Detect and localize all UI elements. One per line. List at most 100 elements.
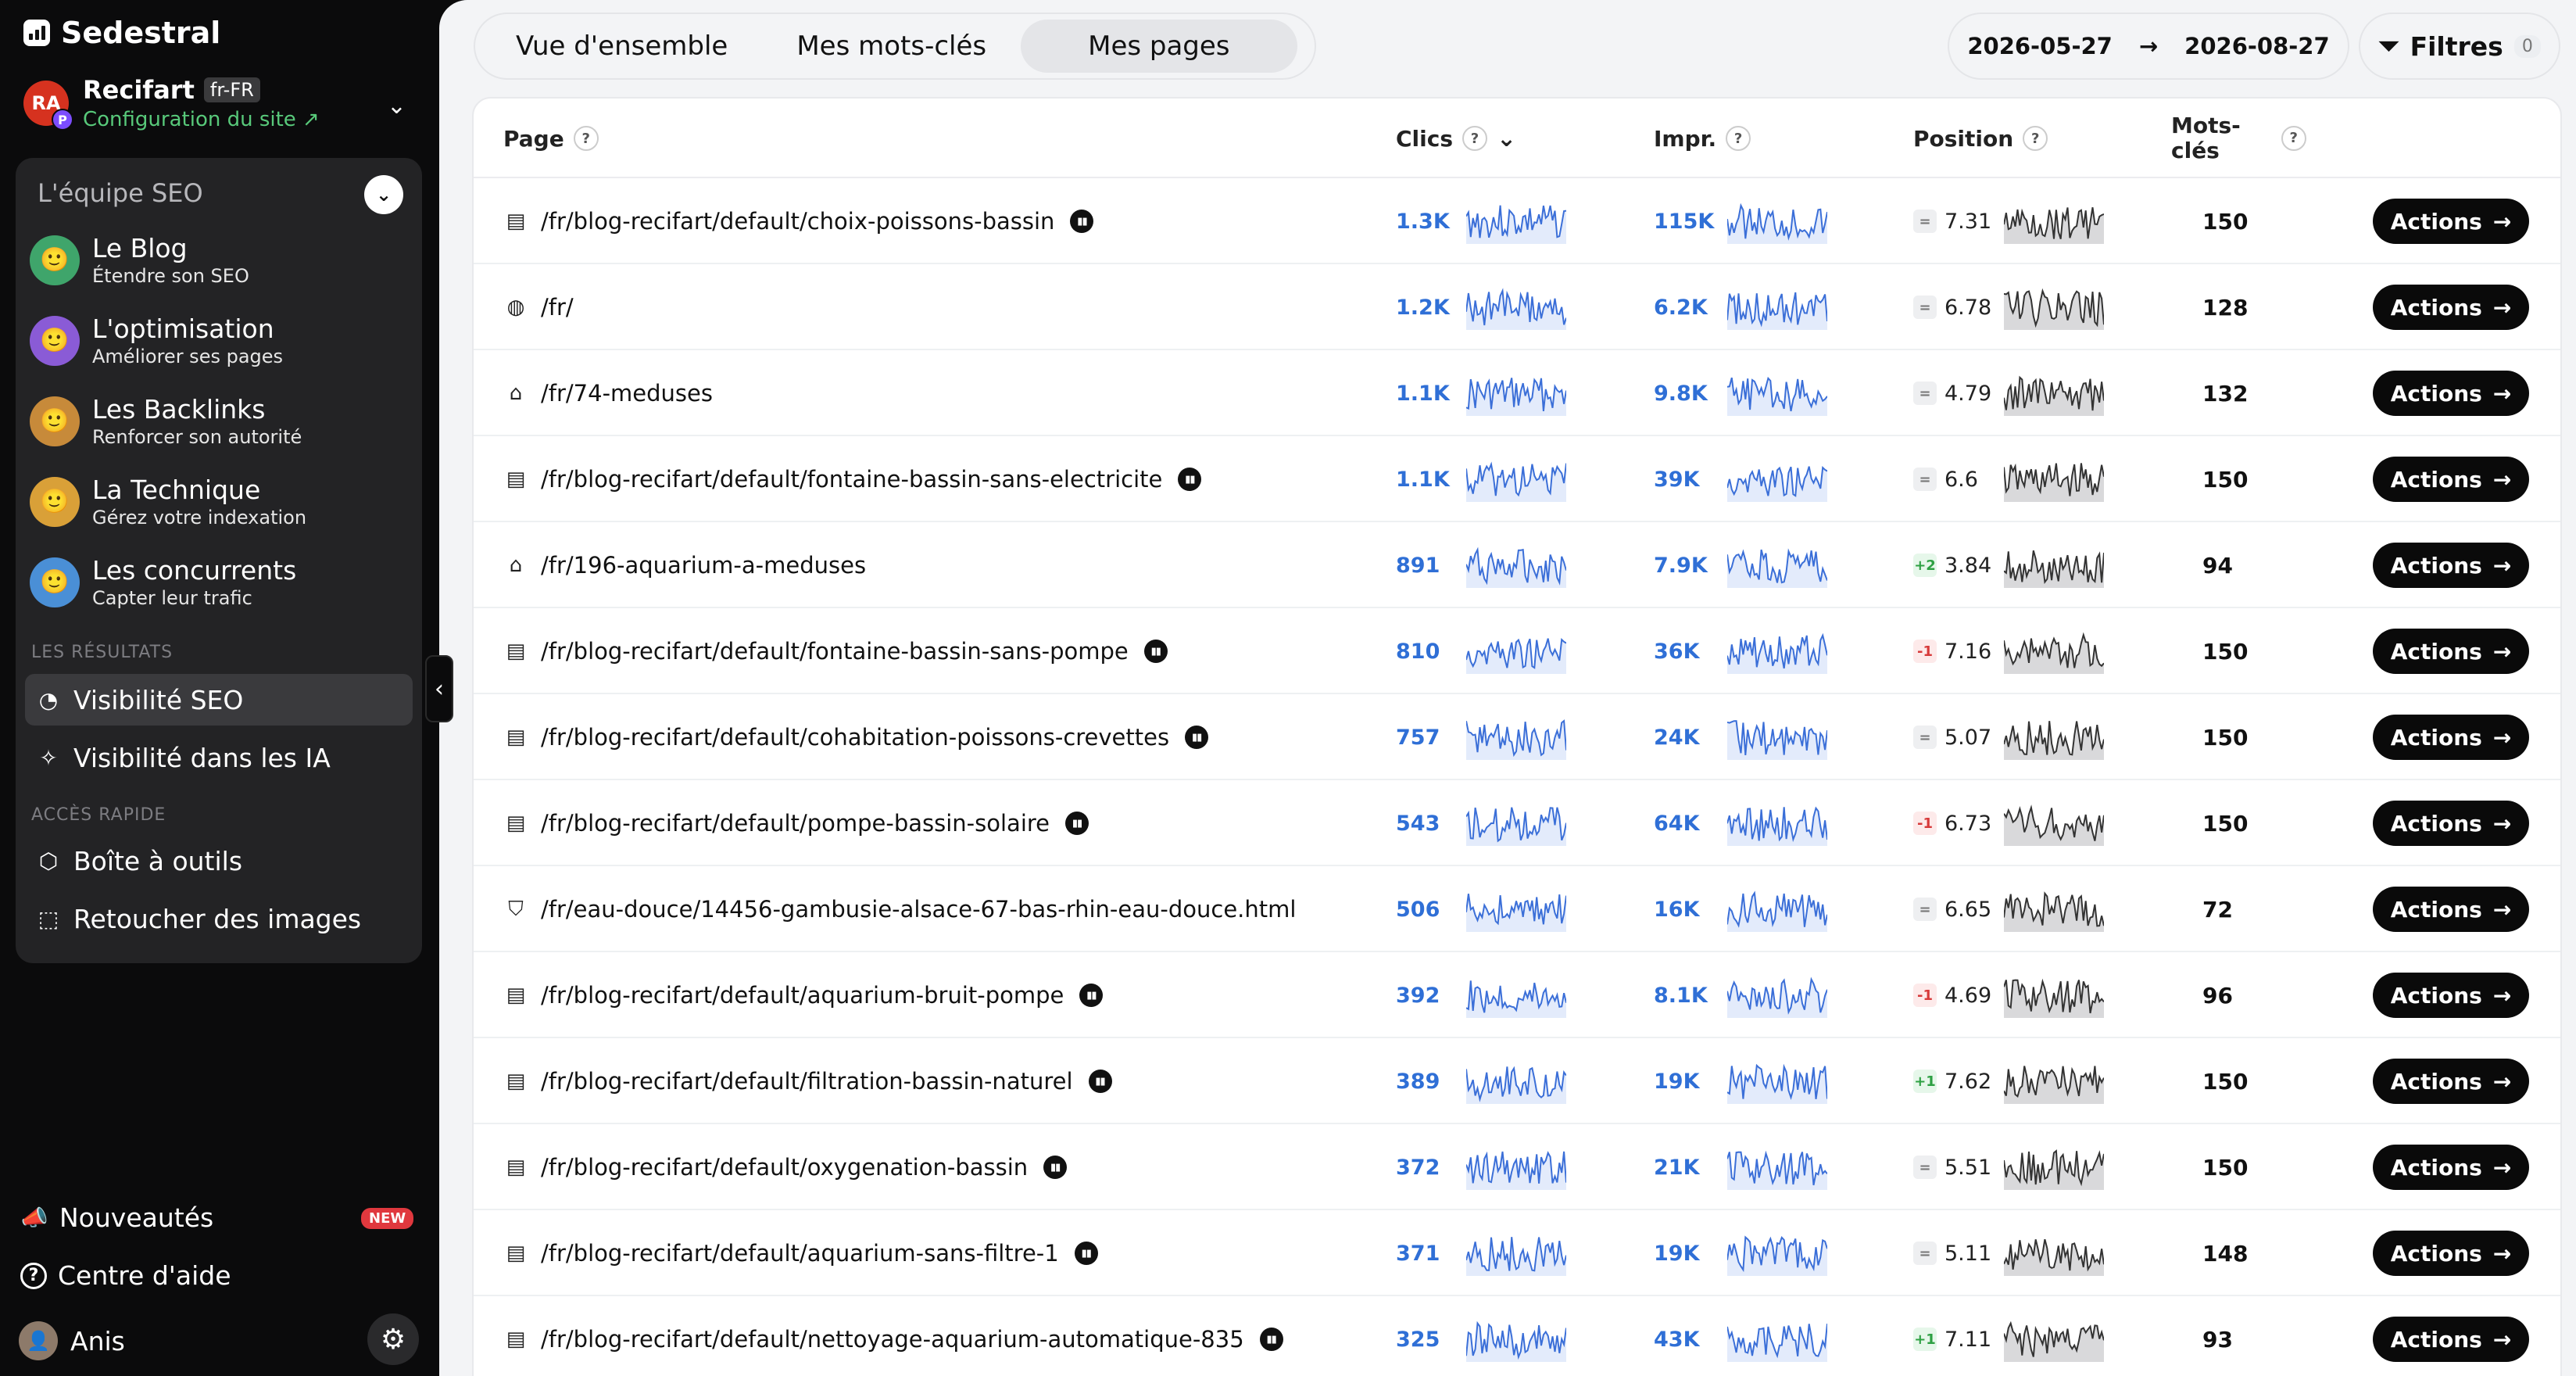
analytics-badge-icon[interactable]: ▮▮: [1070, 210, 1094, 233]
agent-4[interactable]: 🙂 Les concurrents Capter leur trafic: [30, 555, 296, 609]
agent-2[interactable]: 🙂 Les Backlinks Renforcer son autorité: [30, 394, 302, 448]
actions-button[interactable]: Actions →: [2373, 973, 2529, 1018]
col-page[interactable]: Page?: [503, 99, 599, 178]
page-url[interactable]: /fr/blog-recifart/default/filtration-bas…: [541, 1038, 1112, 1124]
gear-icon[interactable]: ⚙: [367, 1313, 419, 1365]
agent-1[interactable]: 🙂 L'optimisation Améliorer ses pages: [30, 314, 283, 367]
position-value: 5.51: [1945, 1155, 1992, 1180]
actions-button[interactable]: Actions →: [2373, 285, 2529, 330]
page-url[interactable]: /fr/blog-recifart/default/pompe-bassin-s…: [541, 780, 1089, 866]
table-row[interactable]: ▤ /fr/blog-recifart/default/choix-poisso…: [474, 178, 2560, 264]
table-row[interactable]: ▤ /fr/blog-recifart/default/oxygenation-…: [474, 1124, 2560, 1210]
table-row[interactable]: ⌂ /fr/74-meduses 1.1K 9.8K = 4.79 132 Ac…: [474, 350, 2560, 436]
keywords-count: 94: [2202, 552, 2233, 579]
tab-pages[interactable]: Mes pages: [1021, 20, 1297, 73]
page-url[interactable]: /fr/74-meduses: [541, 350, 713, 436]
nav-toolbox[interactable]: ⬡ Boîte à outils: [25, 835, 413, 887]
quick-access-label: ACCÈS RAPIDE: [31, 805, 166, 825]
actions-button[interactable]: Actions →: [2373, 629, 2529, 674]
table-row[interactable]: ▤ /fr/blog-recifart/default/cohabitation…: [474, 694, 2560, 780]
document-icon: ▤: [506, 210, 526, 233]
chevron-down-icon[interactable]: ⌄: [387, 92, 406, 120]
user-profile[interactable]: 👤 Anis: [19, 1321, 125, 1360]
agent-subtitle: Étendre son SEO: [92, 265, 249, 287]
page-url[interactable]: /fr/: [541, 264, 574, 350]
actions-button[interactable]: Actions →: [2373, 1317, 2529, 1362]
keywords-count: 150: [2202, 638, 2249, 665]
help-center-link[interactable]: ? Centre d'aide: [20, 1260, 231, 1291]
help-icon[interactable]: ?: [1462, 126, 1488, 151]
analytics-badge-icon[interactable]: ▮▮: [1074, 1242, 1098, 1265]
filters-button[interactable]: ⏷ Filtres 0: [2359, 13, 2560, 80]
actions-button[interactable]: Actions →: [2373, 887, 2529, 932]
impressions-value: 43K: [1654, 1327, 1700, 1352]
nav-ai-visibility[interactable]: ✧ Visibilité dans les IA: [25, 732, 413, 783]
agent-0[interactable]: 🙂 Le Blog Étendre son SEO: [30, 233, 249, 287]
actions-button[interactable]: Actions →: [2373, 1059, 2529, 1104]
nav-seo-visibility[interactable]: ◔ Visibilité SEO: [25, 674, 413, 726]
collapse-sidebar-button[interactable]: ‹: [425, 655, 453, 722]
tab-keywords[interactable]: Mes mots-clés: [762, 20, 1021, 73]
table-row[interactable]: ▤ /fr/blog-recifart/default/pompe-bassin…: [474, 780, 2560, 866]
page-url[interactable]: /fr/blog-recifart/default/oxygenation-ba…: [541, 1124, 1068, 1210]
table-row[interactable]: ▤ /fr/blog-recifart/default/fontaine-bas…: [474, 608, 2560, 694]
analytics-badge-icon[interactable]: ▮▮: [1185, 726, 1209, 749]
help-icon[interactable]: ?: [1726, 126, 1751, 151]
actions-button[interactable]: Actions →: [2373, 543, 2529, 588]
actions-button[interactable]: Actions →: [2373, 199, 2529, 244]
actions-button[interactable]: Actions →: [2373, 371, 2529, 416]
table-row[interactable]: ▤ /fr/blog-recifart/default/fontaine-bas…: [474, 436, 2560, 522]
actions-button[interactable]: Actions →: [2373, 1145, 2529, 1190]
table-row[interactable]: ▤ /fr/blog-recifart/default/aquarium-bru…: [474, 952, 2560, 1038]
col-impressions[interactable]: Impr.?: [1654, 99, 1751, 178]
agent-avatar: 🙂: [30, 476, 80, 527]
page-url[interactable]: /fr/196-aquarium-a-meduses: [541, 522, 866, 608]
sort-desc-icon[interactable]: ⌄: [1497, 125, 1516, 152]
nav-image-retouch[interactable]: ⬚ Retoucher des images: [25, 893, 413, 944]
analytics-badge-icon[interactable]: ▮▮: [1088, 1070, 1112, 1093]
analytics-badge-icon[interactable]: ▮▮: [1143, 640, 1168, 663]
date-range-picker[interactable]: 2026-05-27 → 2026-08-27: [1948, 13, 2349, 80]
site-config-link[interactable]: Configuration du site ↗: [83, 108, 320, 131]
analytics-badge-icon[interactable]: ▮▮: [1079, 984, 1104, 1007]
col-keywords[interactable]: Mots- clés?: [2171, 99, 2306, 178]
table-row[interactable]: ▤ /fr/blog-recifart/default/aquarium-san…: [474, 1210, 2560, 1296]
megaphone-icon: 📣: [20, 1205, 48, 1231]
analytics-badge-icon[interactable]: ▮▮: [1178, 468, 1202, 491]
site-selector[interactable]: RA P Recifart fr-FR Configuration du site …: [23, 72, 414, 134]
analytics-badge-icon[interactable]: ▮▮: [1043, 1156, 1068, 1179]
agent-3[interactable]: 🙂 La Technique Gérez votre indexation: [30, 475, 306, 529]
help-icon[interactable]: ?: [573, 126, 599, 151]
page-url[interactable]: /fr/blog-recifart/default/fontaine-bassi…: [541, 608, 1168, 694]
actions-button[interactable]: Actions →: [2373, 801, 2529, 846]
clicks-sparkline: [1465, 371, 1567, 419]
actions-button[interactable]: Actions →: [2373, 715, 2529, 760]
actions-button[interactable]: Actions →: [2373, 1231, 2529, 1276]
table-row[interactable]: ◍ /fr/ 1.2K 6.2K = 6.78 128 Actions →: [474, 264, 2560, 350]
page-url[interactable]: /fr/blog-recifart/default/choix-poissons…: [541, 178, 1094, 264]
brand[interactable]: Sedestral: [23, 16, 220, 50]
clicks-value: 757: [1396, 725, 1440, 750]
page-url[interactable]: /fr/blog-recifart/default/cohabitation-p…: [541, 694, 1209, 780]
position-value: 3.84: [1945, 553, 1992, 578]
page-url[interactable]: /fr/blog-recifart/default/aquarium-sans-…: [541, 1210, 1098, 1296]
tab-overview[interactable]: Vue d'ensemble: [481, 20, 762, 73]
help-icon[interactable]: ?: [2281, 126, 2306, 151]
col-position[interactable]: Position?: [1913, 99, 2048, 178]
page-url[interactable]: /fr/blog-recifart/default/aquarium-bruit…: [541, 952, 1104, 1038]
page-url[interactable]: /fr/eau-douce/14456-gambusie-alsace-67-b…: [541, 866, 1296, 952]
analytics-badge-icon[interactable]: ▮▮: [1065, 812, 1089, 835]
table-row[interactable]: ▤ /fr/blog-recifart/default/filtration-b…: [474, 1038, 2560, 1124]
help-icon[interactable]: ?: [2023, 126, 2048, 151]
col-clicks[interactable]: Clics? ⌄: [1396, 99, 1516, 178]
chevron-down-icon[interactable]: ⌄: [364, 175, 403, 214]
table-row[interactable]: ▤ /fr/blog-recifart/default/nettoyage-aq…: [474, 1296, 2560, 1376]
keywords-count: 150: [2202, 724, 2249, 751]
table-row[interactable]: ⛉ /fr/eau-douce/14456-gambusie-alsace-67…: [474, 866, 2560, 952]
analytics-badge-icon[interactable]: ▮▮: [1259, 1328, 1283, 1351]
news-link[interactable]: 📣 Nouveautés: [20, 1202, 214, 1233]
page-url[interactable]: /fr/blog-recifart/default/nettoyage-aqua…: [541, 1296, 1283, 1376]
table-row[interactable]: ⌂ /fr/196-aquarium-a-meduses 891 7.9K +2…: [474, 522, 2560, 608]
page-url[interactable]: /fr/blog-recifart/default/fontaine-bassi…: [541, 436, 1202, 522]
actions-button[interactable]: Actions →: [2373, 457, 2529, 502]
